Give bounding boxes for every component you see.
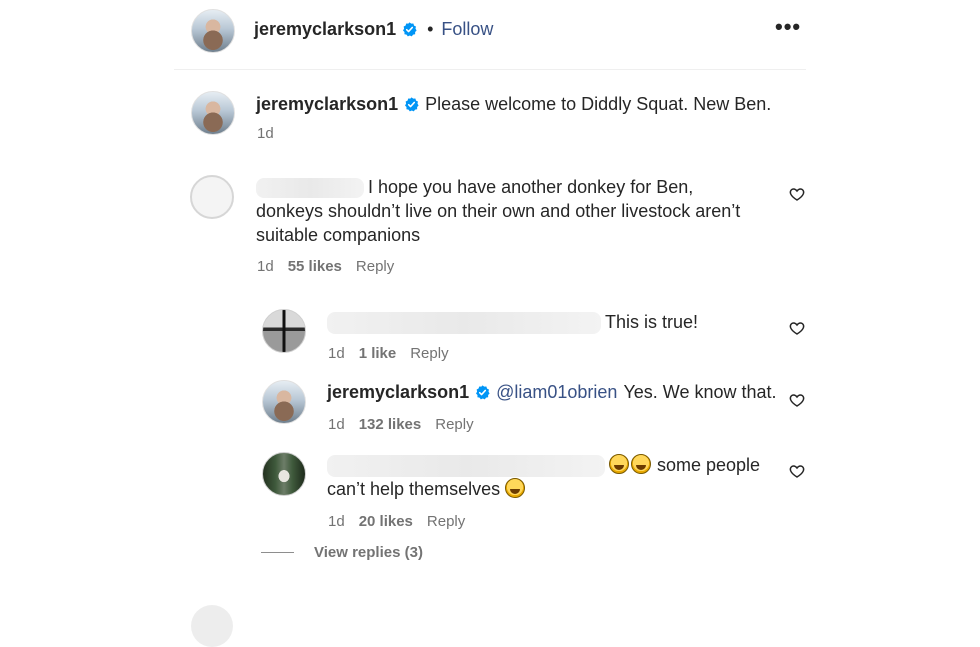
caption-text: Please welcome to Diddly Squat. New Ben. <box>425 94 772 114</box>
caption-time[interactable]: 1d <box>257 125 274 142</box>
reply-likes[interactable]: 1 like <box>359 345 397 362</box>
comment-reply-button[interactable]: Reply <box>356 258 394 275</box>
reply-avatar[interactable] <box>262 380 306 424</box>
comment-likes[interactable]: 55 likes <box>288 258 342 275</box>
reply-username[interactable]: jeremyclarkson1 <box>327 382 469 403</box>
comment-time[interactable]: 1d <box>257 258 274 275</box>
reply-meta: 1d 1 like Reply <box>328 345 463 362</box>
reply-text: This is true! <box>327 310 698 335</box>
follow-button[interactable]: Follow <box>441 19 493 40</box>
reply-reply-button[interactable]: Reply <box>435 416 473 433</box>
reply-meta: 1d 132 likes Reply <box>328 416 488 433</box>
heart-outline-icon[interactable] <box>789 186 805 202</box>
comment-line-1: I hope you have another donkey for Ben, <box>256 175 776 199</box>
caption-avatar[interactable] <box>191 91 235 135</box>
header-separator: • <box>427 18 434 39</box>
heart-outline-icon[interactable] <box>789 463 805 479</box>
more-options-icon[interactable]: ••• <box>775 14 801 40</box>
caption-line: jeremyclarkson1 Please welcome to Diddly… <box>256 92 771 116</box>
verified-badge-icon <box>405 96 419 111</box>
reply-likes[interactable]: 132 likes <box>359 416 422 433</box>
reply-time[interactable]: 1d <box>328 416 345 433</box>
reply-mention[interactable]: @liam01obrien <box>496 380 617 404</box>
verified-badge-icon <box>476 384 490 399</box>
caption-username[interactable]: jeremyclarkson1 <box>256 94 398 115</box>
verified-badge-icon <box>403 21 417 36</box>
header-divider <box>174 69 806 70</box>
redacted-username <box>327 312 601 335</box>
reply-time[interactable]: 1d <box>328 513 345 530</box>
reply-line-1: some people <box>327 453 777 478</box>
reply-body: Yes. We know that. <box>623 382 777 402</box>
reply-reply-button[interactable]: Reply <box>410 345 448 362</box>
reply-text: jeremyclarkson1 @liam01obrien Yes. We kn… <box>327 380 777 404</box>
laughing-emoji-icon <box>609 454 629 474</box>
comment-line-2: donkeys shouldn’t live on their own and … <box>256 201 741 221</box>
reply-time[interactable]: 1d <box>328 345 345 362</box>
view-replies-line <box>261 552 294 553</box>
laughing-emoji-icon <box>631 454 651 474</box>
heart-outline-icon[interactable] <box>789 320 805 336</box>
header-avatar[interactable] <box>191 9 235 53</box>
reply-reply-button[interactable]: Reply <box>427 513 465 530</box>
reply-avatar[interactable] <box>262 309 306 353</box>
comment-avatar[interactable] <box>190 175 234 219</box>
next-comment-avatar[interactable] <box>191 605 233 647</box>
redacted-username <box>256 178 364 199</box>
comment-line-3: suitable companions <box>256 225 421 245</box>
heart-outline-icon[interactable] <box>789 392 805 408</box>
rolling-laughing-emoji-icon <box>505 478 526 499</box>
reply-meta: 1d 20 likes Reply <box>328 513 479 530</box>
comment-meta: 1d 55 likes Reply <box>257 258 408 275</box>
header-username[interactable]: jeremyclarkson1 <box>254 19 396 40</box>
comment-text: I hope you have another donkey for Ben, … <box>256 175 776 247</box>
reply-line-2: can’t help themselves <box>327 477 777 501</box>
header-user: jeremyclarkson1 • Follow <box>254 17 493 41</box>
reply-avatar[interactable] <box>262 452 306 496</box>
reply-text: some people can’t help themselves <box>327 453 777 501</box>
view-replies-button[interactable]: View replies (3) <box>314 544 423 561</box>
reply-likes[interactable]: 20 likes <box>359 513 413 530</box>
redacted-username <box>327 455 605 478</box>
